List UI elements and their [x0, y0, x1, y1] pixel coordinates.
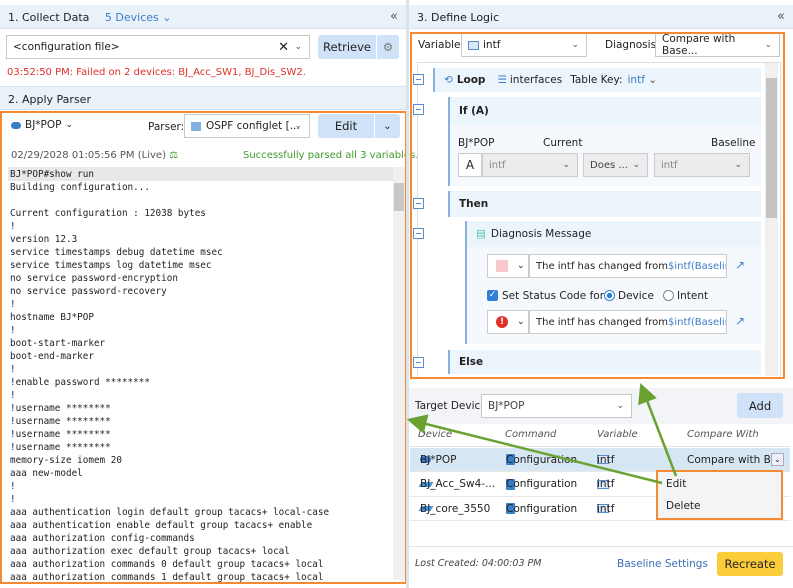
- variable-name: intf: [597, 453, 615, 466]
- add-button[interactable]: Add: [737, 393, 783, 418]
- device-name: BJ_Acc_Sw4-...: [420, 478, 496, 490]
- retrieve-button[interactable]: Retrieve: [318, 35, 376, 59]
- logic-highlight-box: [410, 32, 785, 379]
- footer-divider: [409, 546, 793, 547]
- row-context-menu: Edit Delete: [656, 470, 783, 520]
- clear-icon[interactable]: ✕: [278, 40, 289, 55]
- command-name: Configuration: [506, 502, 578, 515]
- panel-divider[interactable]: [406, 0, 409, 588]
- column-variable: Variable: [597, 429, 638, 440]
- error-message: 03:52:50 PM: Failed on 2 devices: BJ_Acc…: [7, 67, 306, 78]
- chevron-down-icon: ⌄: [162, 11, 172, 24]
- collect-data-title: 1. Collect Data: [8, 11, 90, 24]
- variable-name: intf: [597, 502, 615, 515]
- devices-dropdown[interactable]: 5 Devices ⌄: [105, 11, 172, 24]
- settings-icon[interactable]: ⚙: [377, 35, 399, 59]
- apply-parser-header: 2. Apply Parser: [0, 86, 406, 110]
- recreate-button[interactable]: Recreate: [717, 552, 783, 576]
- define-logic-header: 3. Define Logic «: [409, 5, 793, 29]
- config-file-input[interactable]: <configuration file> ✕ ⌄: [6, 35, 310, 59]
- parser-highlight-box: [0, 111, 407, 584]
- chevron-down-icon: ⌄: [616, 401, 624, 411]
- collect-data-header: 1. Collect Data 5 Devices ⌄ «: [0, 5, 406, 29]
- collapse-icon[interactable]: «: [390, 9, 398, 24]
- recreate-label: Recreate: [724, 557, 776, 571]
- last-created-text: Lost Created: 04:00:03 PM: [415, 558, 542, 569]
- target-device-select[interactable]: BJ*POP ⌄: [481, 394, 632, 418]
- add-label: Add: [748, 398, 772, 413]
- define-logic-title: 3. Define Logic: [417, 11, 500, 24]
- target-device-value: BJ*POP: [488, 400, 525, 412]
- command-name: Configuration: [506, 478, 578, 490]
- retrieve-label: Retrieve: [323, 40, 371, 54]
- apply-parser-title: 2. Apply Parser: [8, 93, 91, 106]
- collapse-icon[interactable]: «: [777, 9, 785, 24]
- compare-with-value: Compare with B...: [687, 453, 781, 466]
- device-name: BJ_core_3550: [420, 502, 491, 515]
- column-command: Command: [505, 429, 557, 440]
- command-name: Configuration: [506, 453, 578, 466]
- menu-item-delete[interactable]: Delete: [666, 500, 701, 512]
- config-file-value: <configuration file>: [13, 41, 120, 53]
- column-compare-with: Compare With: [687, 429, 759, 440]
- compare-dropdown-button[interactable]: ⌄: [771, 453, 784, 466]
- chevron-down-icon[interactable]: ⌄: [294, 42, 302, 52]
- devices-label: 5 Devices: [104, 11, 159, 24]
- target-device-label: Target Device:: [415, 400, 491, 412]
- device-name: BJ*POP: [420, 453, 457, 466]
- column-device: Device: [418, 429, 453, 440]
- baseline-settings-link[interactable]: Baseline Settings: [617, 558, 708, 570]
- table-header: Device Command Variable Compare With: [410, 423, 790, 447]
- menu-item-edit[interactable]: Edit: [666, 478, 686, 490]
- variable-name: intf: [597, 478, 615, 490]
- table-row[interactable]: BJ*POP Configuration intf Compare with B.…: [410, 448, 790, 472]
